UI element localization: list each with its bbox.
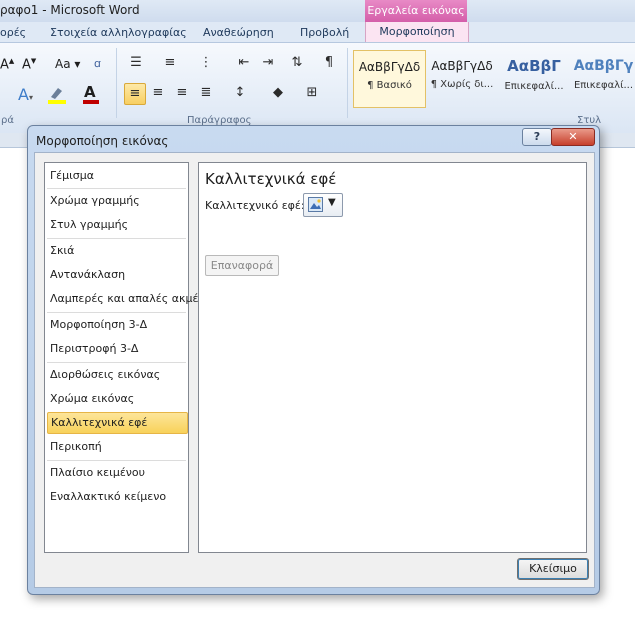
align-center-icon[interactable]: ≡	[148, 83, 168, 103]
numbering-icon[interactable]: ≡	[160, 53, 180, 73]
decrease-indent-icon[interactable]: ⇤	[234, 53, 254, 73]
format-picture-dialog: Μορφοποίηση εικόνας ? ✕ Γέμισμα Χρώμα γρ…	[27, 125, 600, 595]
multilevel-list-icon[interactable]: ⋮	[196, 53, 216, 73]
bullets-icon[interactable]: ☰	[126, 53, 146, 73]
settings-panel: Καλλιτεχνικά εφέ Καλλιτεχνικό εφέ: ▼ Επα…	[198, 162, 587, 553]
text-effects-icon[interactable]: A▾	[18, 85, 33, 104]
nav-separator	[47, 362, 186, 363]
help-button[interactable]: ?	[522, 128, 552, 146]
nav-item-shadow[interactable]: Σκιά	[47, 240, 186, 262]
ribbon-tabs: ορές Στοιχεία αλληλογραφίας Αναθεώρηση Π…	[0, 22, 635, 42]
nav-item-artistic-effects[interactable]: Καλλιτεχνικά εφέ	[47, 412, 188, 434]
style-no-spacing[interactable]: ΑαΒβΓγΔδ ¶ Χωρίς δι...	[428, 50, 496, 106]
font-group-label: ρά	[1, 115, 14, 126]
align-left-icon[interactable]: ≡	[124, 83, 146, 105]
ribbon-separator	[347, 48, 348, 118]
style-heading-2[interactable]: ΑαΒβΓγ Επικεφαλί...	[572, 50, 635, 106]
chevron-down-icon: ▼	[328, 197, 336, 208]
nav-item-fill[interactable]: Γέμισμα	[47, 165, 186, 187]
close-icon[interactable]: ✕	[551, 128, 595, 146]
tab-review[interactable]: Αναθεώρηση	[203, 26, 274, 39]
tab-view[interactable]: Προβολή	[300, 26, 349, 39]
shading-icon[interactable]: ◆	[268, 83, 288, 103]
nav-item-3d-format[interactable]: Μορφοποίηση 3-Δ	[47, 314, 186, 336]
title-bar: ραφο1 - Microsoft Word	[0, 0, 635, 22]
sort-icon[interactable]: ⇅	[287, 53, 307, 73]
line-spacing-icon[interactable]: ↕	[230, 83, 250, 103]
nav-item-alt-text[interactable]: Εναλλακτικό κείμενο	[47, 486, 186, 508]
tab-references[interactable]: ορές	[0, 26, 26, 39]
clear-format-icon[interactable]: ꭤ	[94, 56, 101, 71]
grow-font-button[interactable]: A▲	[0, 57, 14, 72]
nav-item-crop[interactable]: Περικοπή	[47, 436, 186, 458]
tab-mailings[interactable]: Στοιχεία αλληλογραφίας	[50, 26, 187, 39]
panel-title: Καλλιτεχνικά εφέ	[205, 170, 337, 188]
nav-item-line-color[interactable]: Χρώμα γραμμής	[47, 190, 186, 212]
tab-format[interactable]: Μορφοποίηση	[365, 22, 469, 43]
show-marks-button[interactable]: ¶	[319, 53, 339, 73]
tab-format-label: Μορφοποίηση	[379, 25, 455, 38]
nav-item-line-style[interactable]: Στυλ γραμμής	[47, 214, 186, 236]
category-list: Γέμισμα Χρώμα γραμμής Στυλ γραμμής Σκιά …	[44, 162, 205, 553]
change-case-button[interactable]: Aa ▾	[55, 57, 80, 71]
align-right-icon[interactable]: ≡	[172, 83, 192, 103]
nav-item-picture-corrections[interactable]: Διορθώσεις εικόνας	[47, 364, 186, 386]
contextual-tab-group: Εργαλεία εικόνας	[365, 0, 467, 22]
artistic-effect-label: Καλλιτεχνικό εφέ:	[205, 199, 305, 212]
font-color-swatch	[83, 100, 99, 104]
shrink-font-button[interactable]: A▼	[22, 57, 36, 72]
reset-button[interactable]: Επαναφορά	[205, 255, 279, 276]
nav-item-text-box[interactable]: Πλαίσιο κειμένου	[47, 462, 186, 484]
ribbon-separator	[116, 48, 117, 118]
window-title: ραφο1 - Microsoft Word	[0, 3, 140, 17]
nav-separator	[47, 312, 186, 313]
artistic-effect-dropdown[interactable]: ▼	[303, 193, 343, 217]
style-heading-1[interactable]: ΑαΒβΓ Επικεφαλί...	[500, 50, 568, 106]
nav-separator	[47, 460, 186, 461]
dialog-title: Μορφοποίηση εικόνας	[36, 134, 169, 148]
nav-separator	[47, 238, 186, 239]
justify-icon[interactable]: ≣	[196, 83, 216, 103]
increase-indent-icon[interactable]: ⇥	[258, 53, 278, 73]
close-button[interactable]: Κλείσιμο	[517, 558, 589, 580]
borders-icon[interactable]: ⊞	[302, 83, 322, 103]
nav-item-3d-rotation[interactable]: Περιστροφή 3-Δ	[47, 338, 186, 360]
nav-item-picture-color[interactable]: Χρώμα εικόνας	[47, 388, 186, 410]
font-color-icon[interactable]: A	[84, 83, 96, 101]
style-normal[interactable]: ΑαΒβΓγΔδ ¶ Βασικό	[353, 50, 426, 108]
picture-icon	[308, 197, 323, 212]
contextual-group-label: Εργαλεία εικόνας	[367, 4, 465, 17]
nav-item-reflection[interactable]: Αντανάκλαση	[47, 264, 186, 286]
nav-item-glow-soft-edges[interactable]: Λαμπερές και απαλές ακμές	[47, 288, 205, 310]
nav-separator	[47, 188, 186, 189]
highlight-icon[interactable]	[48, 86, 66, 104]
dialog-body: Γέμισμα Χρώμα γραμμής Στυλ γραμμής Σκιά …	[34, 152, 595, 588]
